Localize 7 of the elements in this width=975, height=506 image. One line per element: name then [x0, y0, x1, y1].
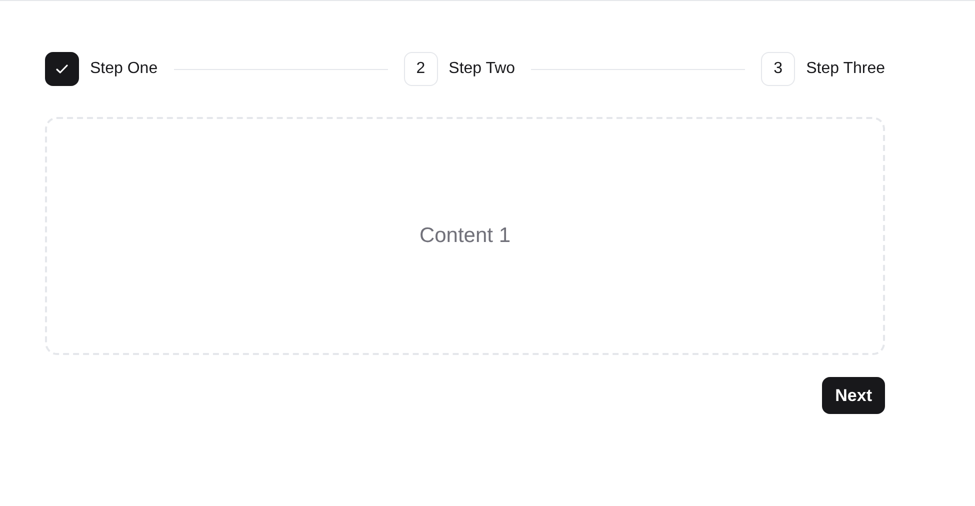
- step-label: Step Three: [806, 59, 885, 79]
- step-indicator: 2: [404, 52, 438, 86]
- next-button[interactable]: Next: [822, 377, 885, 414]
- step-indicator: 3: [761, 52, 796, 86]
- content-text: Content 1: [419, 223, 511, 250]
- step-label: Step Two: [448, 59, 516, 79]
- step-label: Step One: [90, 59, 158, 79]
